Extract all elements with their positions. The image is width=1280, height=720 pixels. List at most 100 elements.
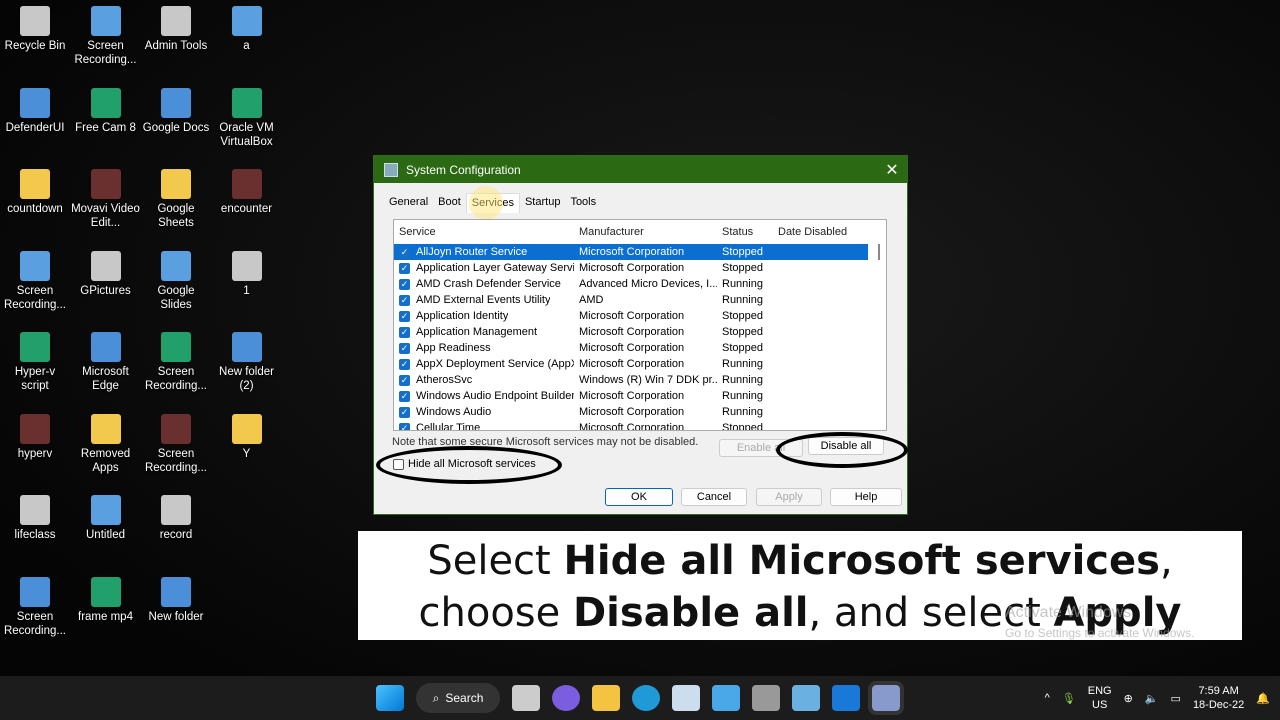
msconfig-taskbar-icon[interactable]	[868, 681, 904, 715]
column-manufacturer[interactable]: Manufacturer	[574, 226, 717, 238]
desktop-icon[interactable]: Untitled	[71, 489, 141, 542]
desktop-icon[interactable]: GPictures	[71, 245, 141, 298]
teams-chat-icon[interactable]	[552, 685, 580, 711]
tab-boot[interactable]: Boot	[433, 193, 466, 213]
service-row[interactable]: ✓ Windows Audio Endpoint Builder Microsoft…	[394, 388, 886, 404]
close-button[interactable]: ✕	[877, 160, 907, 180]
desktop-icon[interactable]: Movavi Video Edit...	[71, 163, 141, 230]
resource-monitor-icon[interactable]	[672, 685, 700, 711]
desktop-icon[interactable]: lifeclass	[0, 489, 70, 542]
desktop-icon[interactable]: Google Sheets	[141, 163, 211, 230]
security-shield-icon[interactable]	[832, 685, 860, 711]
chevron-up-icon[interactable]: ^	[1045, 692, 1050, 704]
service-cell: ✓ App Readiness	[394, 342, 574, 354]
desktop-icon[interactable]: Screen Recording...	[71, 0, 141, 67]
service-row[interactable]: ✓ Cellular Time Microsoft Corporation Stopp…	[394, 420, 886, 430]
desktop-icon-label: Screen Recording...	[144, 366, 207, 392]
desktop-icon-label: Google Slides	[157, 284, 195, 311]
msconfig-icon	[384, 162, 398, 177]
service-name: Application Management	[416, 326, 538, 338]
desktop-icon[interactable]: DefenderUI	[0, 82, 70, 135]
desktop-icon[interactable]: Recycle Bin	[0, 0, 70, 53]
clock[interactable]: 7:59 AM 18-Dec-22	[1193, 684, 1244, 712]
service-checkbox[interactable]: ✓	[399, 358, 410, 370]
desktop-icon[interactable]: Admin Tools	[141, 0, 211, 53]
desktop-icon-label: Recycle Bin	[4, 40, 66, 52]
desktop-icon[interactable]: frame mp4	[71, 571, 141, 624]
service-row[interactable]: ✓ Application Management Microsoft Corpora…	[394, 324, 886, 340]
service-row[interactable]: ✓ AllJoyn Router Service Microsoft Corpora…	[394, 244, 868, 260]
service-row[interactable]: ✓ Application Identity Microsoft Corporati…	[394, 308, 886, 324]
desktop-icon[interactable]: 1	[212, 245, 282, 298]
battery-icon[interactable]: ▭	[1171, 692, 1181, 705]
file-explorer-icon[interactable]	[592, 685, 620, 711]
help-button[interactable]: Help	[830, 488, 902, 506]
app-icon[interactable]	[712, 685, 740, 711]
scrollbar[interactable]	[878, 244, 880, 260]
service-name: AllJoyn Router Service	[416, 246, 528, 258]
notification-icon[interactable]: 🔔	[1256, 692, 1270, 705]
service-row[interactable]: ✓ AMD External Events Utility AMD Running	[394, 292, 886, 308]
desktop-icon[interactable]: Free Cam 8	[71, 82, 141, 135]
language-indicator[interactable]: ENG US	[1088, 684, 1112, 712]
desktop-icon[interactable]: countdown	[0, 163, 70, 216]
desktop-icon-image	[161, 6, 191, 36]
status-cell: Running	[722, 294, 763, 306]
service-row[interactable]: ✓ AtherosSvc Windows (R) Win 7 DDK pr... Ru…	[394, 372, 886, 388]
network-icon[interactable]: ⊕	[1124, 692, 1133, 705]
service-row[interactable]: ✓ Application Layer Gateway Service Micros…	[394, 260, 886, 276]
service-checkbox[interactable]: ✓	[399, 342, 410, 354]
desktop-icon[interactable]: hyperv	[0, 408, 70, 461]
app-icon[interactable]	[752, 685, 780, 711]
microphone-icon[interactable]: 🎙	[1062, 692, 1076, 705]
tab-services[interactable]: Services	[465, 186, 520, 220]
desktop-icon[interactable]: Microsoft Edge	[71, 326, 141, 393]
service-checkbox[interactable]: ✓	[399, 278, 410, 290]
apply-button[interactable]: Apply	[756, 488, 822, 506]
desktop-icon-label: Free Cam 8	[75, 121, 136, 134]
desktop-icon[interactable]: Removed Apps	[71, 408, 141, 475]
service-row[interactable]: ✓ AMD Crash Defender Service Advanced Micr…	[394, 276, 886, 292]
service-checkbox[interactable]: ✓	[399, 310, 410, 322]
desktop-icon[interactable]: Screen Recording...	[141, 408, 211, 475]
service-row[interactable]: ✓ AppX Deployment Service (AppX... Microso…	[394, 356, 886, 372]
desktop-icon[interactable]: Screen Recording...	[141, 326, 211, 393]
desktop-icon[interactable]: encounter	[212, 163, 282, 216]
column-status[interactable]: Status	[717, 226, 773, 238]
column-date-disabled[interactable]: Date Disabled	[773, 226, 868, 238]
service-checkbox[interactable]: ✓	[399, 390, 410, 402]
desktop-icon[interactable]: Y	[212, 408, 282, 461]
desktop-icon[interactable]: Oracle VM VirtualBox	[212, 82, 282, 149]
service-checkbox[interactable]: ✓	[399, 326, 410, 338]
service-checkbox[interactable]: ✓	[399, 422, 410, 430]
tab-tools[interactable]: Tools	[565, 193, 601, 213]
desktop-icon[interactable]: record	[141, 489, 211, 542]
desktop-icon[interactable]: Screen Recording...	[0, 245, 70, 312]
service-checkbox[interactable]: ✓	[399, 262, 410, 274]
task-view-icon[interactable]	[512, 685, 540, 711]
desktop-icon[interactable]: Google Docs	[141, 82, 211, 135]
ok-button[interactable]: OK	[605, 488, 673, 506]
desktop-icon[interactable]: New folder	[141, 571, 211, 624]
cancel-button[interactable]: Cancel	[681, 488, 747, 506]
desktop-icon[interactable]: Screen Recording...	[0, 571, 70, 638]
control-panel-icon[interactable]	[792, 685, 820, 711]
service-row[interactable]: ✓ App Readiness Microsoft Corporation Stopp…	[394, 340, 886, 356]
desktop-icon-image	[90, 413, 121, 444]
desktop-icon[interactable]: Hyper-v script	[0, 326, 70, 393]
edge-icon[interactable]	[632, 685, 660, 711]
search-button[interactable]: ⌕ Search	[416, 683, 500, 713]
start-icon[interactable]	[376, 685, 404, 711]
column-service[interactable]: Service	[394, 226, 574, 238]
service-checkbox[interactable]: ✓	[399, 294, 410, 306]
service-checkbox[interactable]: ✓	[399, 246, 410, 258]
desktop-icon[interactable]: Google Slides	[141, 245, 211, 312]
desktop-icon[interactable]: a	[212, 0, 282, 53]
service-row[interactable]: ✓ Windows Audio Microsoft Corporation Runni…	[394, 404, 886, 420]
tab-general[interactable]: General	[384, 193, 433, 213]
desktop-icon[interactable]: New folder (2)	[212, 326, 282, 393]
service-checkbox[interactable]: ✓	[399, 406, 410, 418]
tab-startup[interactable]: Startup	[520, 193, 565, 213]
volume-icon[interactable]: 🔈	[1145, 692, 1159, 705]
service-checkbox[interactable]: ✓	[399, 374, 410, 386]
